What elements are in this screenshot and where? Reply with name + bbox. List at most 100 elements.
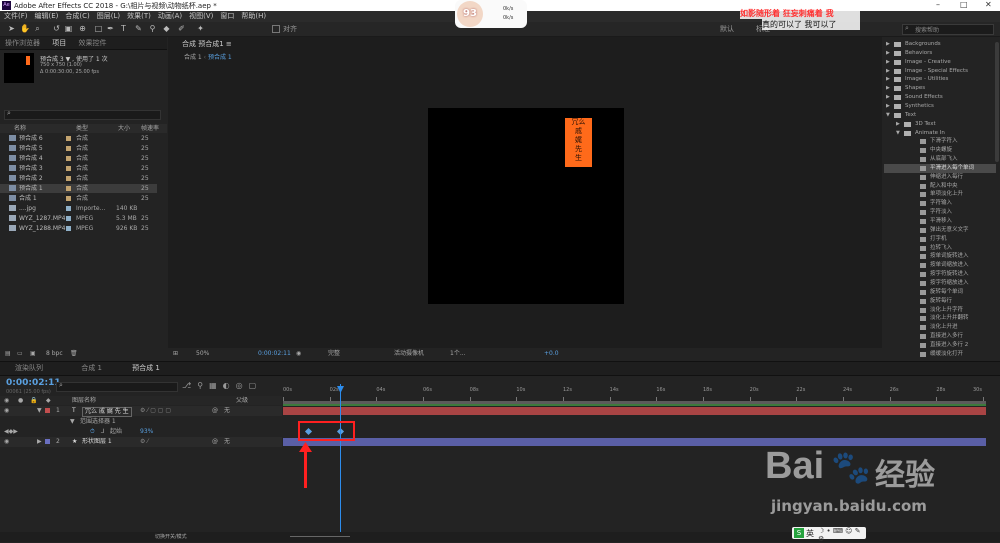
keyframe-nav-icon[interactable]: ◀◆▶ — [4, 427, 18, 437]
expand-closed-icon[interactable]: ▶ — [886, 84, 890, 93]
expand-closed-icon[interactable]: ▶ — [886, 93, 890, 102]
brush-tool-icon[interactable]: ✎ — [134, 24, 143, 33]
rotate-tool-icon[interactable]: ↺ — [52, 24, 61, 33]
col-layer-name[interactable]: 图层名称 — [72, 396, 96, 405]
minimize-button[interactable]: – — [936, 0, 940, 9]
views-select[interactable]: 1个... — [450, 348, 466, 360]
project-item[interactable]: 合成 1 合成 25 — [0, 194, 157, 203]
expand-closed-icon[interactable]: ▶ — [886, 40, 890, 49]
tab-comp1[interactable]: 合成 1 — [76, 362, 107, 374]
item-label-color[interactable] — [66, 226, 71, 231]
menu-item[interactable]: 图层(L) — [97, 11, 120, 22]
effects-folder[interactable]: ▼ Text — [884, 111, 996, 120]
menu-item[interactable]: 合成(C) — [65, 11, 89, 22]
preset-item[interactable]: 直接进入多行 — [884, 332, 996, 341]
preset-item[interactable]: 淡化上升字符 — [884, 306, 996, 315]
bit-depth[interactable]: 8 bpc — [46, 348, 63, 360]
range-selector-row[interactable]: ▼ 范围选择器 1 — [0, 417, 282, 427]
item-label-color[interactable] — [66, 186, 71, 191]
item-label-color[interactable] — [66, 176, 71, 181]
layer-label-color[interactable] — [45, 439, 50, 444]
interpret-footage-icon[interactable]: ▤ — [5, 348, 11, 360]
layer-name[interactable]: 形状图层 1 — [82, 437, 112, 447]
delete-icon[interactable]: 🗑 — [70, 348, 78, 360]
preset-item[interactable]: 按单词缩放进入 — [884, 261, 996, 270]
project-item[interactable]: 预合成 4 合成 25 — [0, 154, 157, 163]
preset-item[interactable]: 缓缓淡化打开 — [884, 350, 996, 358]
new-comp-icon[interactable]: ▣ — [30, 348, 36, 360]
start-property-row[interactable]: ◀◆▶ ⏱ ⅃ 起始 93% — [0, 427, 282, 437]
comp-viewer-canvas[interactable]: 冗么 戚 娓 先 生 — [428, 108, 624, 304]
project-item[interactable]: WYZ_1288.MP4 MPEG 926 KB 25 — [0, 224, 157, 233]
item-label-color[interactable] — [66, 146, 71, 151]
visibility-icon[interactable]: ◉ — [4, 406, 9, 416]
layer-switches[interactable]: ⚙ ⁄ — [140, 437, 148, 447]
menu-item[interactable]: 帮助(H) — [241, 11, 266, 22]
pen-tool-icon[interactable]: ✒ — [106, 24, 115, 33]
layer-label-color[interactable] — [45, 408, 50, 413]
preset-item[interactable]: 字符淡入 — [884, 208, 996, 217]
camera-select[interactable]: 活动摄像机 — [394, 348, 424, 360]
effects-folder[interactable]: ▶ Image - Creative — [884, 58, 996, 67]
roto-brush-tool-icon[interactable]: ✐ — [177, 24, 186, 33]
effects-folder[interactable]: ▶ Image - Utilities — [884, 75, 996, 84]
preset-item[interactable]: 平滑进入每个单词 — [884, 163, 996, 173]
project-item[interactable]: 预合成 2 合成 25 — [0, 174, 157, 183]
tab-render-queue[interactable]: 渲染队列 — [10, 362, 48, 374]
item-label-color[interactable] — [66, 196, 71, 201]
layer-row[interactable]: ◉ ▼ 1 T 冗么 戚 娓 先 生 ⚙ ⁄ ▢ ▢ ▢ @ 无 — [0, 406, 282, 417]
expand-closed-icon[interactable]: ▶ — [886, 67, 890, 76]
preset-item[interactable]: 平滑移入 — [884, 217, 996, 226]
preset-item[interactable]: 淡化上升进 — [884, 323, 996, 332]
zoom-tool-icon[interactable]: ⌕ — [33, 24, 42, 33]
tab-precomp1[interactable]: 预合成 1 — [127, 362, 165, 374]
expand-closed-icon[interactable]: ▶ — [886, 49, 890, 58]
align-checkbox[interactable] — [272, 25, 280, 33]
col-fps[interactable]: 帧速率 — [141, 124, 159, 133]
effects-folder[interactable]: ▶ Shapes — [884, 84, 996, 93]
workspace-default[interactable]: 默认 — [720, 24, 734, 34]
effects-folder[interactable]: ▶ Behaviors — [884, 49, 996, 58]
rectangle-tool-icon[interactable]: □ — [94, 24, 103, 33]
menu-item[interactable]: 动画(A) — [158, 11, 182, 22]
preset-item[interactable]: 旋转每行 — [884, 297, 996, 306]
preset-item[interactable]: 下滑字符入 — [884, 137, 996, 146]
ime-language[interactable]: 英 — [806, 528, 814, 539]
type-tool-icon[interactable]: T — [119, 24, 128, 33]
item-label-color[interactable] — [66, 136, 71, 141]
effects-folder[interactable]: ▼ Animate In — [884, 129, 996, 138]
menu-item[interactable]: 编辑(E) — [35, 11, 59, 22]
effects-scrollbar[interactable] — [995, 42, 999, 162]
maximize-button[interactable]: □ — [960, 0, 968, 9]
stopwatch-icon[interactable]: ⏱ — [90, 427, 95, 437]
effects-folder[interactable]: ▶ 3D Text — [884, 120, 996, 129]
project-item[interactable]: 预合成 1 合成 25 — [0, 184, 157, 193]
ime-toolbar[interactable]: S 英 ☽ • ⌨ ☺ ✎ ⚙ — [792, 527, 866, 543]
effects-folder[interactable]: ▶ Backgrounds — [884, 40, 996, 49]
preset-item[interactable]: 拉转飞入 — [884, 244, 996, 253]
timeline-timecode[interactable]: 0:00:02:11 — [6, 378, 61, 388]
project-item[interactable]: 预合成 5 合成 25 — [0, 144, 157, 153]
preset-item[interactable]: 按字符缩放进入 — [884, 279, 996, 288]
camera-tool-icon[interactable]: ▣ — [64, 24, 73, 33]
effects-folder[interactable]: ▶ Synthetics — [884, 102, 996, 111]
project-item[interactable]: 预合成 6 合成 25 — [0, 134, 157, 143]
preset-item[interactable]: 字符输入 — [884, 199, 996, 208]
col-parent[interactable]: 父级 — [236, 396, 248, 405]
preset-item[interactable]: 从底部飞入 — [884, 155, 996, 164]
eraser-tool-icon[interactable]: ◆ — [162, 24, 171, 33]
expand-icon[interactable]: ▼ — [70, 417, 75, 427]
timecode-readout[interactable]: 0:00:02:11 — [258, 348, 291, 360]
item-label-color[interactable] — [66, 206, 71, 211]
puppet-tool-icon[interactable]: ✦ — [196, 24, 205, 33]
effects-folder[interactable]: ▶ Image - Special Effects — [884, 67, 996, 76]
expand-closed-icon[interactable]: ▶ — [896, 120, 900, 129]
breadcrumb-comp1[interactable]: 合成 1 — [184, 54, 202, 61]
expand-open-icon[interactable]: ▼ — [896, 129, 900, 138]
expand-closed-icon[interactable]: ▶ — [886, 75, 890, 84]
menu-item[interactable]: 效果(T) — [127, 11, 151, 22]
parent-select[interactable]: 无 — [224, 406, 230, 416]
selection-tool-icon[interactable]: ➤ — [7, 24, 16, 33]
tab-effect-controls[interactable]: 效果控件 — [73, 37, 111, 49]
pan-behind-tool-icon[interactable]: ⊕ — [78, 24, 87, 33]
